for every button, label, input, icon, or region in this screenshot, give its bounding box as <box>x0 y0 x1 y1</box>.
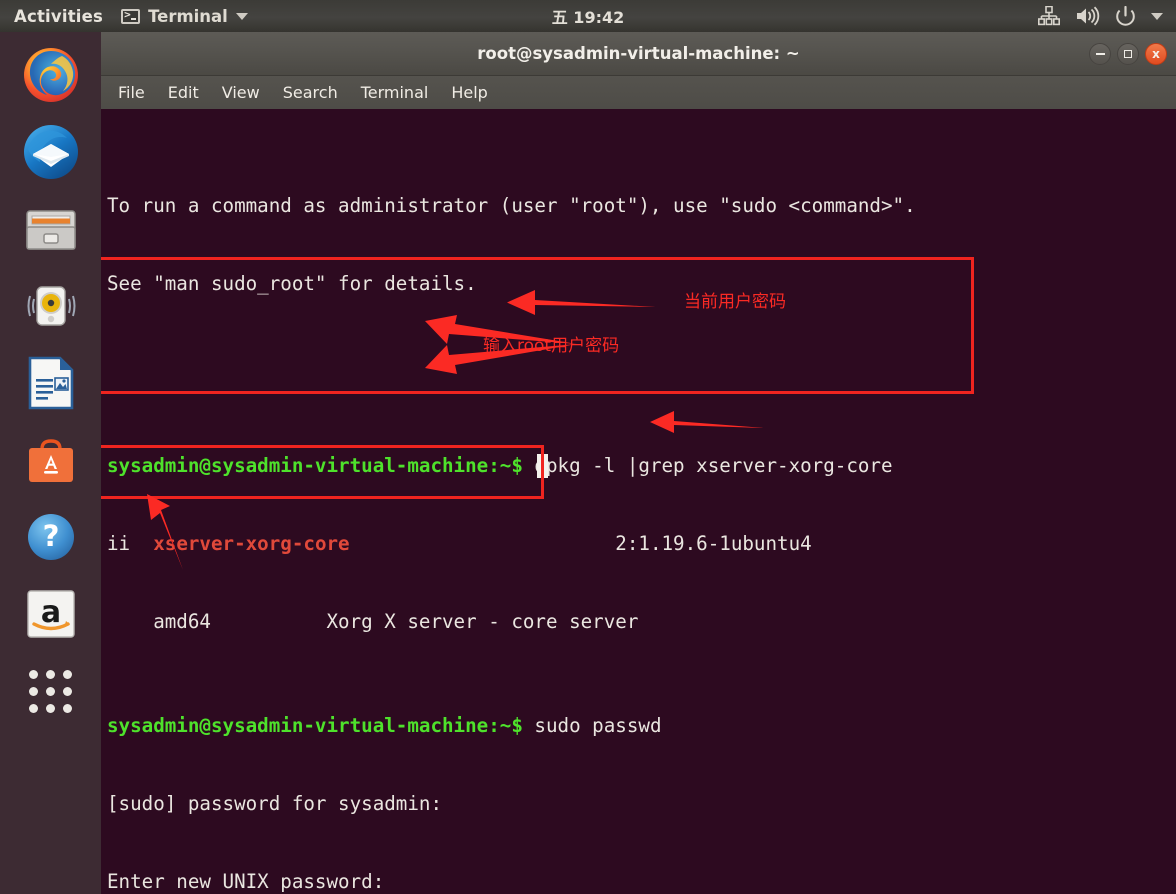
grid-dots-icon <box>29 669 72 713</box>
menu-bar: File Edit View Search Terminal Help <box>101 76 1176 109</box>
dock-item-thunderbird[interactable] <box>20 121 82 183</box>
ubuntu-software-icon <box>28 439 73 482</box>
dock-item-firefox[interactable] <box>20 44 82 106</box>
desktop-screen: Activities Terminal 五 19:42 <box>0 0 1176 894</box>
terminal-output-area[interactable]: To run a command as administrator (user … <box>101 109 1176 894</box>
chevron-down-icon <box>235 12 248 20</box>
thunderbird-icon <box>23 125 78 179</box>
help-icon: ? <box>27 514 74 560</box>
dock-item-ubuntu-software[interactable] <box>20 429 82 491</box>
dock-item-amazon[interactable]: a <box>20 583 82 645</box>
dock-item-files[interactable] <box>20 198 82 260</box>
svg-text:?: ? <box>42 519 59 553</box>
close-button[interactable]: x <box>1145 42 1167 65</box>
activities-button[interactable]: Activities <box>14 7 103 26</box>
menu-search[interactable]: Search <box>283 83 338 102</box>
svg-text:a: a <box>40 595 60 630</box>
dock-item-help[interactable]: ? <box>20 506 82 568</box>
menu-view[interactable]: View <box>222 83 260 102</box>
network-icon[interactable] <box>1038 6 1060 26</box>
dock-item-rhythmbox[interactable] <box>20 275 82 337</box>
files-icon <box>25 210 76 250</box>
annotation-label-enter-root-password: 输入root用户密码 <box>483 336 620 356</box>
window-title-bar[interactable]: root@sysadmin-virtual-machine: ~ x <box>101 32 1176 76</box>
maximize-button[interactable] <box>1117 42 1139 65</box>
firefox-icon <box>23 48 78 102</box>
terminal-line: See "man sudo_root" for details. <box>107 272 477 295</box>
terminal-line: To run a command as administrator (user … <box>107 194 916 217</box>
terminal-line: [sudo] password for sysadmin: <box>107 792 443 815</box>
menu-edit[interactable]: Edit <box>168 83 199 102</box>
menu-file[interactable]: File <box>118 83 145 102</box>
app-menu-label: Terminal <box>148 6 228 26</box>
terminal-icon <box>121 8 141 24</box>
terminal-line: Enter new UNIX password: <box>107 870 385 893</box>
chevron-down-icon[interactable] <box>1151 12 1163 20</box>
ubuntu-dock: ? a <box>0 32 101 894</box>
power-icon[interactable] <box>1115 5 1136 27</box>
dock-item-libreoffice-writer[interactable] <box>20 352 82 414</box>
menu-help[interactable]: Help <box>451 83 487 102</box>
volume-icon[interactable] <box>1075 6 1100 26</box>
gnome-top-bar: Activities Terminal 五 19:42 <box>0 0 1176 32</box>
minimize-button[interactable] <box>1089 42 1111 65</box>
terminal-line: sysadmin@sysadmin-virtual-machine:~$ sud… <box>107 714 662 737</box>
terminal-line: ii xserver-xorg-core 2:1.19.6-1ubuntu4 <box>107 532 812 555</box>
annotation-label-current-user: 当前用户密码 <box>684 292 786 312</box>
menu-terminal[interactable]: Terminal <box>361 83 429 102</box>
text-cursor <box>537 454 548 478</box>
window-title: root@sysadmin-virtual-machine: ~ <box>477 44 800 63</box>
libreoffice-writer-icon <box>28 356 73 410</box>
terminal-line: sysadmin@sysadmin-virtual-machine:~$ dpk… <box>107 454 893 477</box>
annotation-arrow-su <box>650 411 764 433</box>
rhythmbox-icon <box>27 286 75 326</box>
terminal-window: root@sysadmin-virtual-machine: ~ x File … <box>101 32 1176 894</box>
amazon-icon: a <box>26 590 75 638</box>
terminal-line: amd64 Xorg X server - core server <box>107 610 639 633</box>
app-menu-terminal[interactable]: Terminal <box>121 7 248 26</box>
dock-item-show-applications[interactable] <box>20 660 82 722</box>
